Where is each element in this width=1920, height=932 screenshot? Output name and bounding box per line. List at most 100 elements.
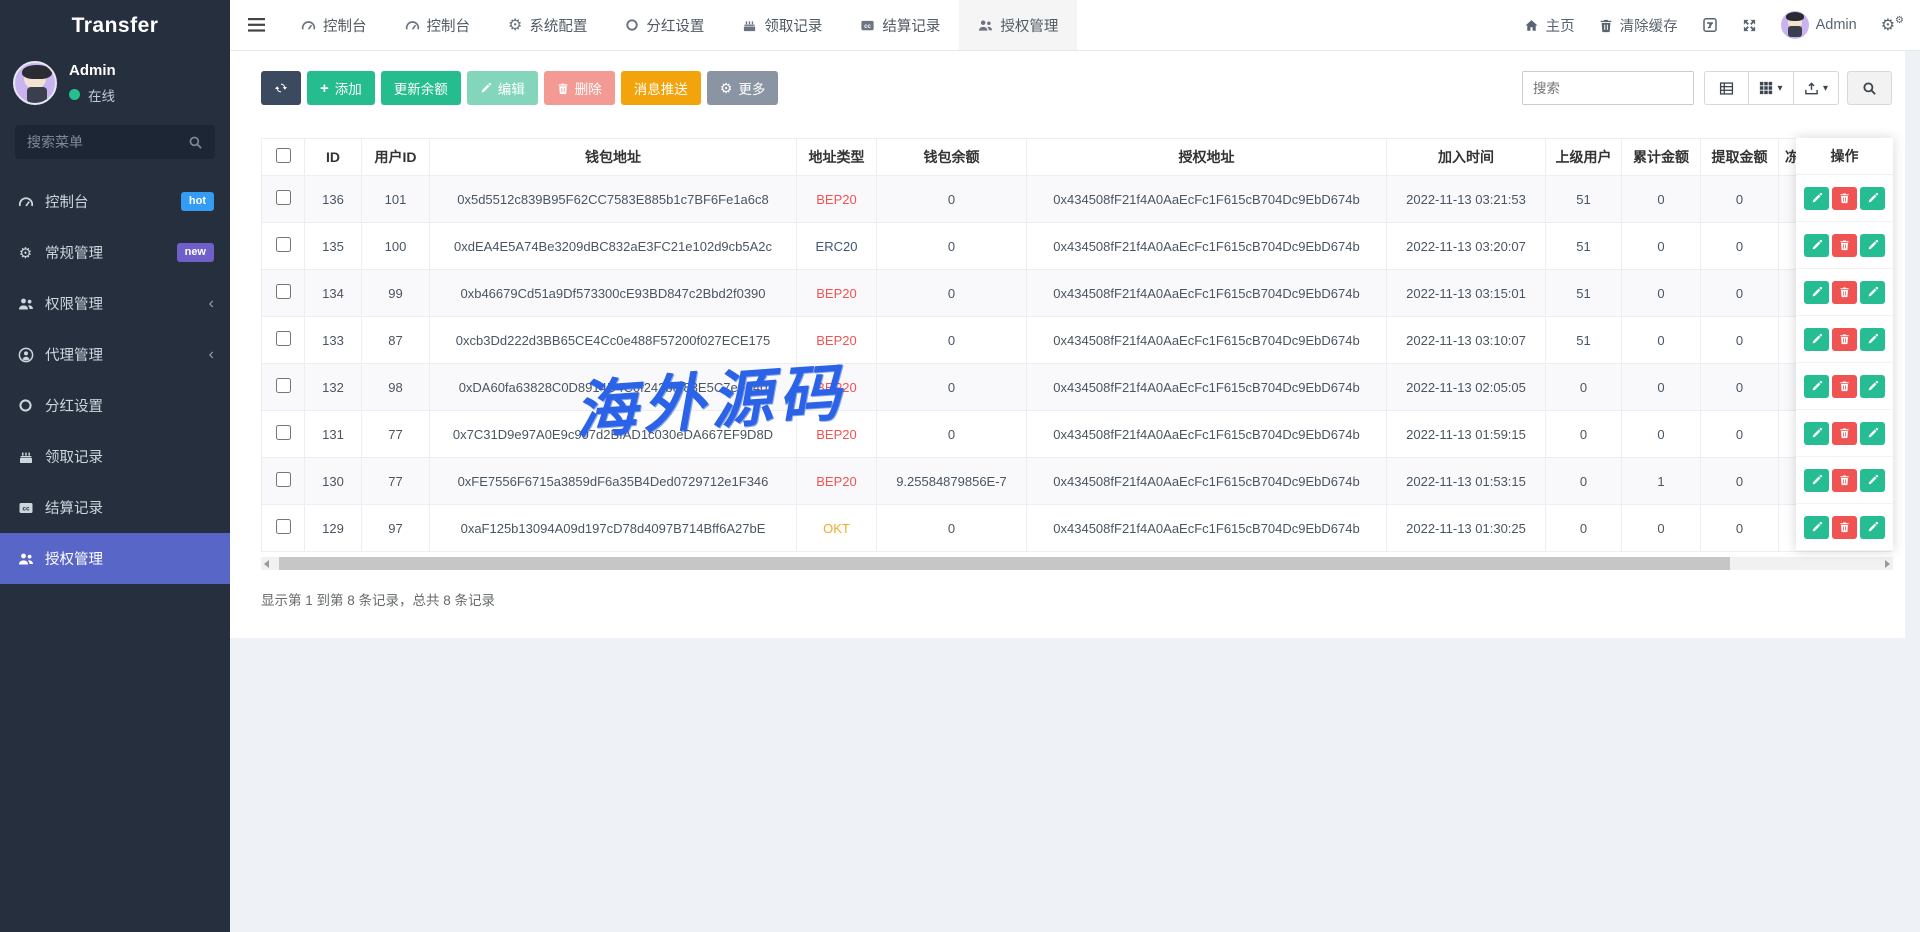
user-menu[interactable]: Admin xyxy=(1781,11,1857,39)
users-icon xyxy=(17,551,34,567)
row-select-cell xyxy=(262,364,305,411)
row-edit-button[interactable] xyxy=(1804,281,1829,304)
cell-auth: 0x434508fF21f4A0AaEcFc1F615cB704Dc9EbD67… xyxy=(1027,317,1387,364)
row-edit-button[interactable] xyxy=(1804,234,1829,257)
tab-dividends[interactable]: 分红设置 xyxy=(606,0,723,50)
row-delete-button[interactable] xyxy=(1832,328,1857,351)
language-file-icon[interactable] xyxy=(1702,17,1718,33)
row-edit-alt-button[interactable] xyxy=(1860,516,1885,539)
sidebar-item-authorizations[interactable]: 授权管理 xyxy=(0,533,230,584)
row-edit-alt-button[interactable] xyxy=(1860,422,1885,445)
sidebar-item-console[interactable]: 控制台 hot xyxy=(0,176,230,227)
row-delete-button[interactable] xyxy=(1832,187,1857,210)
tab-system-config[interactable]: ⚙ 系统配置 xyxy=(489,0,606,50)
action-card-body xyxy=(1796,175,1893,551)
dashboard-icon xyxy=(405,18,420,33)
scroll-left-arrow-icon[interactable] xyxy=(264,560,269,568)
tab-settlements[interactable]: cc 结算记录 xyxy=(841,0,959,50)
sidebar-item-dividends[interactable]: 分红设置 xyxy=(0,380,230,431)
cell-auth: 0x434508fF21f4A0AaEcFc1F615cB704Dc9EbD67… xyxy=(1027,270,1387,317)
row-delete-button[interactable] xyxy=(1832,516,1857,539)
sidebar-item-settlements[interactable]: cc 结算记录 xyxy=(0,482,230,533)
action-row xyxy=(1796,363,1893,410)
online-status-icon xyxy=(69,89,80,100)
top-navbar: 控制台 控制台 ⚙ 系统配置 分红设置 领取记录 cc 结算记录 授权管理 主页… xyxy=(230,0,1920,51)
sidebar-item-label: 控制台 xyxy=(45,191,89,212)
cell-user_id: 101 xyxy=(362,176,430,223)
table-search-input[interactable] xyxy=(1522,71,1694,105)
cogs-icon[interactable]: ⚙⚙ xyxy=(1881,15,1904,35)
cake-icon xyxy=(17,449,34,465)
row-edit-alt-button[interactable] xyxy=(1860,469,1885,492)
row-checkbox[interactable] xyxy=(276,237,291,252)
edit-toolbar-button[interactable]: 编辑 xyxy=(467,71,538,105)
chevron-left-icon: ‹ xyxy=(209,347,214,363)
pencil-icon xyxy=(1867,192,1879,204)
sidebar-item-general[interactable]: ⚙ 常规管理 new xyxy=(0,227,230,278)
row-delete-button[interactable] xyxy=(1832,469,1857,492)
header-user-id: 用户ID xyxy=(362,139,430,176)
row-checkbox[interactable] xyxy=(276,331,291,346)
menu-search-input[interactable]: 搜索菜单 xyxy=(15,125,215,159)
row-checkbox[interactable] xyxy=(276,190,291,205)
row-delete-button[interactable] xyxy=(1832,281,1857,304)
cake-icon xyxy=(742,18,757,33)
cell-balance: 0 xyxy=(877,176,1027,223)
horizontal-scrollbar[interactable] xyxy=(261,557,1893,570)
dashboard-icon xyxy=(17,194,34,210)
row-edit-alt-button[interactable] xyxy=(1860,328,1885,351)
row-checkbox[interactable] xyxy=(276,425,291,440)
row-checkbox[interactable] xyxy=(276,378,291,393)
trash-icon xyxy=(557,82,569,95)
pencil-icon xyxy=(1811,239,1823,251)
row-checkbox[interactable] xyxy=(276,472,291,487)
tab-claims[interactable]: 领取记录 xyxy=(723,0,841,50)
columns-button[interactable]: ▾ xyxy=(1749,71,1794,105)
export-button[interactable]: ▾ xyxy=(1794,71,1839,105)
tab-label: 领取记录 xyxy=(764,15,822,36)
fullscreen-icon[interactable] xyxy=(1742,18,1757,33)
clear-cache-link[interactable]: 清除缓存 xyxy=(1599,15,1678,36)
scrollbar-thumb[interactable] xyxy=(279,557,1730,570)
row-edit-button[interactable] xyxy=(1804,328,1829,351)
cell-type: OKT xyxy=(797,505,877,552)
home-link[interactable]: 主页 xyxy=(1524,15,1575,36)
sidebar-item-claims[interactable]: 领取记录 xyxy=(0,431,230,482)
row-delete-button[interactable] xyxy=(1832,375,1857,398)
cell-time: 2022-11-13 03:15:01 xyxy=(1387,270,1546,317)
refresh-button[interactable] xyxy=(261,71,301,105)
row-edit-button[interactable] xyxy=(1804,187,1829,210)
row-delete-button[interactable] xyxy=(1832,234,1857,257)
row-edit-button[interactable] xyxy=(1804,469,1829,492)
row-edit-button[interactable] xyxy=(1804,422,1829,445)
row-checkbox[interactable] xyxy=(276,519,291,534)
tab-console-2[interactable]: 控制台 xyxy=(386,0,490,50)
more-button[interactable]: ⚙ 更多 xyxy=(707,71,779,105)
row-checkbox[interactable] xyxy=(276,284,291,299)
row-edit-button[interactable] xyxy=(1804,375,1829,398)
sidebar-item-permissions[interactable]: 权限管理 ‹ xyxy=(0,278,230,329)
sidebar-item-agents[interactable]: 代理管理 ‹ xyxy=(0,329,230,380)
trash-icon xyxy=(1839,333,1850,345)
cell-type: BEP20 xyxy=(797,270,877,317)
row-edit-alt-button[interactable] xyxy=(1860,281,1885,304)
row-edit-alt-button[interactable] xyxy=(1860,234,1885,257)
trash-icon xyxy=(1839,380,1850,392)
delete-toolbar-button[interactable]: 删除 xyxy=(544,71,615,105)
search-submit-button[interactable] xyxy=(1847,71,1892,105)
add-button[interactable]: + 添加 xyxy=(307,71,375,105)
select-all-checkbox[interactable] xyxy=(276,148,291,163)
row-edit-button[interactable] xyxy=(1804,516,1829,539)
tab-authorizations[interactable]: 授权管理 xyxy=(959,0,1077,50)
header-type: 地址类型 xyxy=(797,139,877,176)
content-panel: + 添加 更新余额 编辑 删除 消息推送 ⚙ 更多 xyxy=(230,51,1905,638)
row-delete-button[interactable] xyxy=(1832,422,1857,445)
row-edit-alt-button[interactable] xyxy=(1860,187,1885,210)
list-view-button[interactable] xyxy=(1704,71,1749,105)
push-message-button[interactable]: 消息推送 xyxy=(621,71,701,105)
scroll-right-arrow-icon[interactable] xyxy=(1885,560,1890,568)
tab-console-1[interactable]: 控制台 xyxy=(282,0,386,50)
row-edit-alt-button[interactable] xyxy=(1860,375,1885,398)
hamburger-icon[interactable] xyxy=(230,0,282,50)
update-balance-button[interactable]: 更新余额 xyxy=(381,71,461,105)
